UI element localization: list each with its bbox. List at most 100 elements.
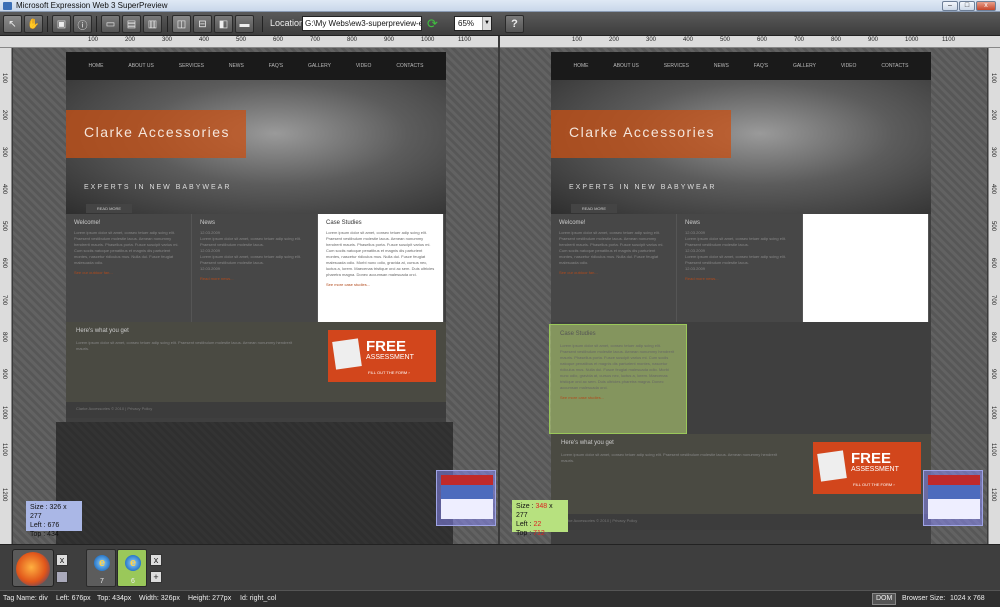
read-more-button[interactable]: READ MORE xyxy=(86,204,132,213)
location-input[interactable]: G:\My Webs\ew3-superpreview-exar xyxy=(302,16,422,31)
case-text: Lorem ipsum dolor sit amet, consec tetue… xyxy=(326,230,435,277)
case-studies-highlight[interactable]: Case Studies Lorem ipsum dolor sit amet,… xyxy=(549,324,687,434)
layout-one-button[interactable]: ▭ xyxy=(101,15,120,33)
ruler-tick: 400 xyxy=(1,184,7,195)
welcome-column: Welcome! Lorem ipsum dolor sit amet, con… xyxy=(66,214,192,322)
remove-baseline-button[interactable]: x xyxy=(56,554,68,566)
news-link[interactable]: Read more news... xyxy=(685,276,794,281)
window-title: Microsoft Expression Web 3 SuperPreview xyxy=(16,1,168,10)
news-column: News 12.03.2009 Lorem ipsum dolor sit am… xyxy=(677,214,803,322)
preview-pane-left[interactable]: HOME ABOUT US SERVICES NEWS FAQ'S GALLER… xyxy=(13,48,498,544)
left-value: 676 xyxy=(47,522,60,529)
top-bottom-button[interactable]: ⊟ xyxy=(193,15,212,33)
zoom-select[interactable]: 65% ▼ xyxy=(454,16,492,31)
remove-browser-button[interactable]: x xyxy=(150,554,162,566)
welcome-link[interactable]: See our outdoor fan... xyxy=(559,270,668,275)
layout-two-button[interactable]: ▤ xyxy=(122,15,141,33)
add-browser-button[interactable]: + xyxy=(150,571,162,583)
nav-item-home[interactable]: HOME xyxy=(573,63,588,69)
page-icon: ▣ xyxy=(56,18,67,30)
page-tool-button[interactable]: ▣ xyxy=(52,15,71,33)
nav-item-services[interactable]: SERVICES xyxy=(664,63,689,69)
site-footer: Clarke Accessories © 2010 | Privacy Poli… xyxy=(66,402,446,418)
news-text: Lorem ipsum dolor sit amet, consec tetue… xyxy=(685,236,786,247)
welcome-text: Lorem ipsum dolor sit amet, consec tetue… xyxy=(74,230,179,265)
page-thumbnail-right[interactable] xyxy=(923,470,983,526)
ruler-tick: 300 xyxy=(646,37,657,43)
page-thumbnail-left[interactable] xyxy=(436,470,496,526)
nav-item-video[interactable]: VIDEO xyxy=(841,63,857,69)
nav-item-news[interactable]: NEWS xyxy=(714,63,729,69)
brand-box: Clarke Accessories xyxy=(66,110,246,158)
nav-item-contacts[interactable]: CONTACTS xyxy=(881,63,908,69)
side-by-side-button[interactable]: ◫ xyxy=(172,15,191,33)
info-tool-button[interactable]: ⓘ xyxy=(73,15,92,33)
free-assessment-banner[interactable]: FREE ASSESSMENT FILL OUT THE FORM › xyxy=(813,442,921,494)
hero-banner: Clarke Accessories EXPERTS IN NEW BABYWE… xyxy=(551,80,931,214)
nav-item-about[interactable]: ABOUT US xyxy=(128,63,153,69)
nav-item-video[interactable]: VIDEO xyxy=(356,63,372,69)
toolbar-separator xyxy=(262,16,263,32)
left-value: 22 xyxy=(533,521,542,528)
ruler-tick: 1000 xyxy=(421,37,435,43)
help-button[interactable]: ? xyxy=(505,15,524,33)
welcome-link[interactable]: See our outdoor fan... xyxy=(74,270,183,275)
single-view-button[interactable]: ▬ xyxy=(235,15,254,33)
minimize-button[interactable]: – xyxy=(942,1,958,11)
ruler-tick: 600 xyxy=(273,37,284,43)
fill-out-link[interactable]: FILL OUT THE FORM › xyxy=(853,482,895,487)
pointer-tool-button[interactable]: ↖ xyxy=(3,15,22,33)
news-link[interactable]: Read more news... xyxy=(200,276,309,281)
nav-item-gallery[interactable]: GALLERY xyxy=(308,63,331,69)
nav-item-faqs[interactable]: FAQ'S xyxy=(269,63,283,69)
assessment-label: ASSESSMENT xyxy=(851,466,899,473)
maximize-button[interactable]: □ xyxy=(959,1,975,11)
ruler-tick: 200 xyxy=(990,110,996,121)
refresh-icon[interactable]: ⟳ xyxy=(425,16,440,31)
close-button[interactable]: x xyxy=(976,1,996,11)
preview-pane-right[interactable]: HOME ABOUT US SERVICES NEWS FAQ'S GALLER… xyxy=(500,48,987,544)
welcome-column: Welcome! Lorem ipsum dolor sit amet, con… xyxy=(551,214,677,322)
free-label: FREE xyxy=(366,338,407,355)
title-bar: Microsoft Expression Web 3 SuperPreview … xyxy=(0,0,1000,12)
site-preview-right: HOME ABOUT US SERVICES NEWS FAQ'S GALLER… xyxy=(551,52,931,544)
browser-options-icon[interactable] xyxy=(56,571,68,583)
status-top: Top: 434px xyxy=(97,595,132,602)
element-info-right: Size : 348 x 277 Left : 22 Top : 712 xyxy=(512,500,568,537)
layout-icon: ▥ xyxy=(147,18,158,30)
layout-three-button[interactable]: ▥ xyxy=(143,15,162,33)
baseline-browser-slot[interactable] xyxy=(12,549,54,587)
ie-browser-slot-6[interactable]: e 6 xyxy=(117,549,147,587)
free-label: FREE xyxy=(851,450,892,467)
ruler-tick: 700 xyxy=(1,295,7,306)
toolbar-separator xyxy=(47,16,48,32)
nav-item-services[interactable]: SERVICES xyxy=(179,63,204,69)
nav-item-home[interactable]: HOME xyxy=(88,63,103,69)
empty-right-column xyxy=(803,214,929,322)
status-width: Width: 326px xyxy=(139,595,180,602)
free-assessment-banner[interactable]: FREE ASSESSMENT FILL OUT THE FORM › xyxy=(328,330,436,382)
case-link[interactable]: See more case studies... xyxy=(560,395,676,400)
news-column: News 12.03.2009 Lorem ipsum dolor sit am… xyxy=(192,214,318,322)
nav-item-faqs[interactable]: FAQ'S xyxy=(754,63,768,69)
news-date: 12.03.2009 xyxy=(685,266,706,271)
dom-button[interactable]: DOM xyxy=(872,593,897,605)
nav-item-contacts[interactable]: CONTACTS xyxy=(396,63,423,69)
ruler-tick: 300 xyxy=(162,37,173,43)
nav-item-gallery[interactable]: GALLERY xyxy=(793,63,816,69)
nav-item-news[interactable]: NEWS xyxy=(229,63,244,69)
assessment-label: ASSESSMENT xyxy=(366,354,414,361)
ie-icon: e xyxy=(125,555,141,571)
overlay-button[interactable]: ◧ xyxy=(214,15,233,33)
ruler-tick: 500 xyxy=(1,221,7,232)
ruler-tick: 300 xyxy=(1,147,7,158)
pan-tool-button[interactable]: ✋ xyxy=(24,15,43,33)
fill-out-link[interactable]: FILL OUT THE FORM › xyxy=(368,370,410,375)
ruler-tick: 100 xyxy=(990,73,996,84)
nav-item-about[interactable]: ABOUT US xyxy=(613,63,638,69)
read-more-button[interactable]: READ MORE xyxy=(571,204,617,213)
browser-size-value[interactable]: 1024 x 768 xyxy=(950,591,985,607)
case-link[interactable]: See more case studies... xyxy=(326,282,435,287)
ie-browser-slot-7[interactable]: e 7 xyxy=(86,549,116,587)
size-separator: x xyxy=(547,503,553,510)
